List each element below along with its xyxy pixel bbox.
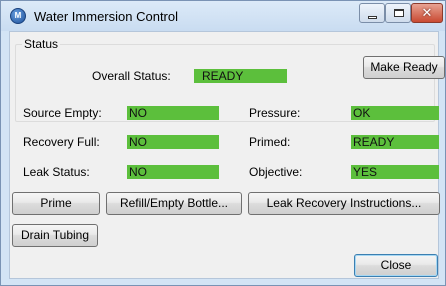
recovery-full-label: Recovery Full:: [23, 135, 100, 149]
primed-label: Primed:: [249, 135, 291, 149]
drain-tubing-button[interactable]: Drain Tubing: [12, 224, 98, 247]
window-title: Water Immersion Control: [34, 9, 178, 24]
water-immersion-window: M Water Immersion Control ✕ Status Overa…: [0, 0, 446, 286]
maximize-icon: [394, 9, 404, 17]
pressure-label: Pressure:: [249, 106, 301, 120]
refill-empty-bottle-button[interactable]: Refill/Empty Bottle...: [106, 192, 242, 215]
close-window-button[interactable]: ✕: [411, 3, 443, 23]
app-icon-text: M: [14, 11, 22, 20]
close-icon: ✕: [421, 5, 433, 20]
objective-value: YES: [351, 165, 439, 179]
overall-status-value: READY: [194, 69, 287, 83]
status-group-label: Status: [22, 37, 61, 51]
make-ready-button[interactable]: Make Ready: [363, 56, 445, 79]
pressure-value: OK: [351, 106, 439, 120]
title-bar[interactable]: M Water Immersion Control ✕: [1, 1, 445, 31]
leak-status-label: Leak Status:: [23, 165, 90, 179]
close-button[interactable]: Close: [354, 254, 438, 277]
leak-recovery-instructions-button[interactable]: Leak Recovery Instructions...: [248, 192, 440, 215]
minimize-button[interactable]: [359, 3, 385, 23]
maximize-button[interactable]: [385, 3, 411, 23]
prime-button[interactable]: Prime: [12, 192, 100, 215]
source-empty-value: NO: [127, 106, 219, 120]
app-icon[interactable]: M: [10, 8, 26, 24]
overall-status-label: Overall Status:: [92, 69, 171, 83]
leak-status-value: NO: [127, 165, 219, 179]
primed-value: READY: [351, 135, 439, 149]
dialog-client-area: Status Overall Status: READY Make Ready …: [9, 31, 445, 279]
minimize-icon: [368, 16, 377, 19]
source-empty-label: Source Empty:: [23, 106, 102, 120]
objective-label: Objective:: [249, 165, 303, 179]
recovery-full-value: NO: [127, 135, 219, 149]
